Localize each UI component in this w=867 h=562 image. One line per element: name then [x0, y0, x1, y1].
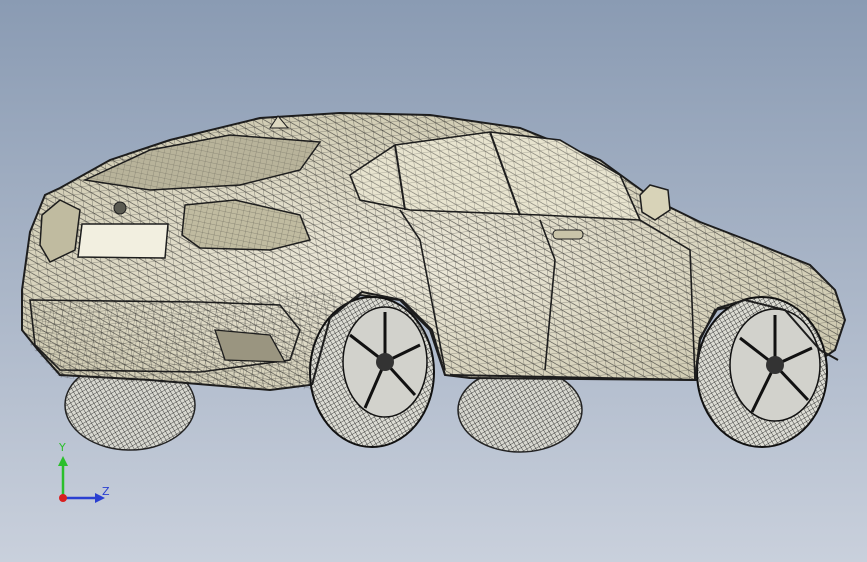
coordinate-triad: Y Z: [50, 440, 120, 510]
car-wireframe-model[interactable]: [0, 0, 867, 562]
license-plate: [77, 223, 169, 259]
side-windows: [349, 131, 642, 221]
wheel-front-near: [696, 296, 828, 448]
wheel-front-far: [457, 367, 583, 453]
rear-emblem: [113, 201, 127, 215]
door-handle: [552, 229, 584, 240]
origin-dot: [59, 494, 67, 502]
y-axis-label: Y: [59, 441, 66, 454]
z-axis-label: Z: [102, 485, 110, 498]
graphics-viewport[interactable]: Y Z: [0, 0, 867, 562]
